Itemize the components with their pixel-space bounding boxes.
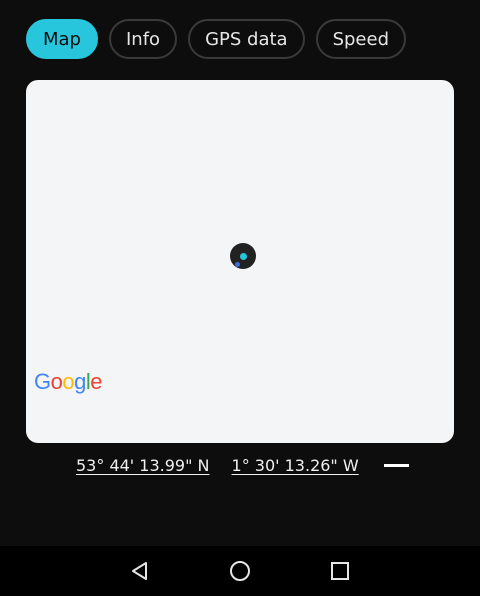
location-marker-dot [239, 252, 247, 260]
coordinates-row: 53° 44' 13.99" N 1° 30' 13.26" W [76, 456, 409, 475]
home-icon[interactable] [228, 559, 252, 583]
collapse-dash-icon[interactable] [383, 464, 409, 467]
map-view[interactable]: Google [26, 80, 454, 443]
tab-speed[interactable]: Speed [315, 19, 407, 59]
system-navbar [0, 546, 480, 596]
location-accuracy-dot [235, 262, 240, 267]
recents-icon[interactable] [328, 559, 352, 583]
tab-gps-data[interactable]: GPS data [188, 19, 305, 59]
tab-bar: Map Info GPS data Speed [26, 19, 407, 59]
latitude-link[interactable]: 53° 44' 13.99" N [76, 456, 210, 475]
tab-info[interactable]: Info [109, 19, 178, 59]
tab-map[interactable]: Map [26, 19, 98, 59]
longitude-link[interactable]: 1° 30' 13.26" W [232, 456, 359, 475]
google-logo: Google [34, 369, 103, 394]
location-marker-icon [230, 243, 256, 269]
back-icon[interactable] [128, 559, 152, 583]
